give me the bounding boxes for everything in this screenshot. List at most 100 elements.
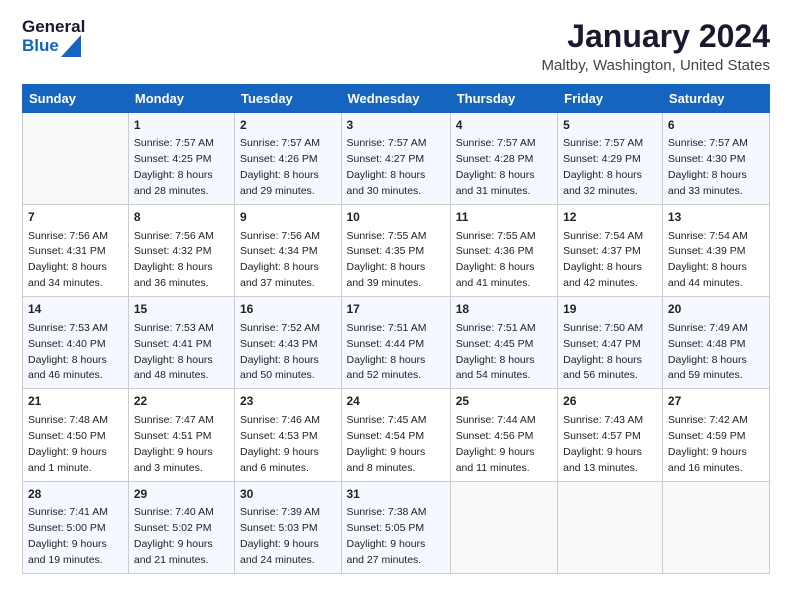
day-sunrise: Sunrise: 7:42 AM (668, 414, 748, 426)
col-tuesday: Tuesday (235, 85, 342, 113)
day-sunrise: Sunrise: 7:52 AM (240, 322, 320, 334)
day-number: 13 (668, 209, 764, 226)
calendar-cell: 12Sunrise: 7:54 AMSunset: 4:37 PMDayligh… (558, 205, 663, 297)
day-sunrise: Sunrise: 7:38 AM (347, 506, 427, 518)
day-number: 5 (563, 117, 657, 134)
calendar-cell: 3Sunrise: 7:57 AMSunset: 4:27 PMDaylight… (341, 113, 450, 205)
day-daylight: Daylight: 8 hours and 41 minutes. (456, 261, 535, 289)
day-daylight: Daylight: 8 hours and 32 minutes. (563, 169, 642, 197)
day-number: 11 (456, 209, 552, 226)
day-daylight: Daylight: 9 hours and 6 minutes. (240, 446, 319, 474)
day-sunrise: Sunrise: 7:57 AM (456, 137, 536, 149)
day-daylight: Daylight: 9 hours and 21 minutes. (134, 538, 213, 566)
calendar-cell: 31Sunrise: 7:38 AMSunset: 5:05 PMDayligh… (341, 481, 450, 573)
day-sunset: Sunset: 4:43 PM (240, 338, 318, 350)
day-sunrise: Sunrise: 7:57 AM (347, 137, 427, 149)
col-thursday: Thursday (450, 85, 557, 113)
calendar-cell: 27Sunrise: 7:42 AMSunset: 4:59 PMDayligh… (662, 389, 769, 481)
calendar-cell: 14Sunrise: 7:53 AMSunset: 4:40 PMDayligh… (23, 297, 129, 389)
day-daylight: Daylight: 9 hours and 3 minutes. (134, 446, 213, 474)
day-daylight: Daylight: 8 hours and 54 minutes. (456, 354, 535, 382)
day-sunset: Sunset: 4:53 PM (240, 430, 318, 442)
day-daylight: Daylight: 9 hours and 19 minutes. (28, 538, 107, 566)
day-sunrise: Sunrise: 7:51 AM (456, 322, 536, 334)
day-sunset: Sunset: 4:56 PM (456, 430, 534, 442)
day-daylight: Daylight: 8 hours and 34 minutes. (28, 261, 107, 289)
calendar-cell (558, 481, 663, 573)
day-sunset: Sunset: 5:00 PM (28, 522, 106, 534)
col-saturday: Saturday (662, 85, 769, 113)
calendar-cell: 10Sunrise: 7:55 AMSunset: 4:35 PMDayligh… (341, 205, 450, 297)
day-number: 23 (240, 393, 336, 410)
calendar-cell: 26Sunrise: 7:43 AMSunset: 4:57 PMDayligh… (558, 389, 663, 481)
day-daylight: Daylight: 8 hours and 44 minutes. (668, 261, 747, 289)
day-number: 29 (134, 486, 229, 503)
page: General Blue January 2024 Maltby, Washin… (0, 0, 792, 612)
day-sunrise: Sunrise: 7:56 AM (28, 230, 108, 242)
col-monday: Monday (128, 85, 234, 113)
day-daylight: Daylight: 9 hours and 16 minutes. (668, 446, 747, 474)
day-sunset: Sunset: 4:47 PM (563, 338, 641, 350)
calendar-cell (662, 481, 769, 573)
calendar-cell: 16Sunrise: 7:52 AMSunset: 4:43 PMDayligh… (235, 297, 342, 389)
logo-triangle-icon (61, 35, 81, 57)
day-daylight: Daylight: 8 hours and 59 minutes. (668, 354, 747, 382)
day-daylight: Daylight: 8 hours and 37 minutes. (240, 261, 319, 289)
header: General Blue January 2024 Maltby, Washin… (22, 18, 770, 74)
sub-title: Maltby, Washington, United States (542, 57, 770, 74)
calendar-cell: 21 Sunrise: 7:48 AM Sunset: 4:50 PM Dayligh… (23, 389, 129, 481)
calendar-cell: 4Sunrise: 7:57 AMSunset: 4:28 PMDaylight… (450, 113, 557, 205)
day-daylight: Daylight: 9 hours and 1 minute. (28, 446, 107, 474)
day-number: 10 (347, 209, 445, 226)
day-number: 20 (668, 301, 764, 318)
col-sunday: Sunday (23, 85, 129, 113)
day-number: 28 (28, 486, 123, 503)
day-sunset: Sunset: 4:26 PM (240, 153, 318, 165)
calendar-cell: 2Sunrise: 7:57 AMSunset: 4:26 PMDaylight… (235, 113, 342, 205)
day-sunrise: Sunrise: 7:45 AM (347, 414, 427, 426)
calendar-cell (450, 481, 557, 573)
day-sunrise: Sunrise: 7:57 AM (563, 137, 643, 149)
day-sunrise: Sunrise: 7:51 AM (347, 322, 427, 334)
day-number: 22 (134, 393, 229, 410)
day-number: 21 (28, 393, 123, 410)
day-sunset: Sunset: 4:54 PM (347, 430, 425, 442)
day-sunset: Sunset: 4:59 PM (668, 430, 746, 442)
day-number: 18 (456, 301, 552, 318)
day-sunrise: Sunrise: 7:49 AM (668, 322, 748, 334)
day-sunrise: Sunrise: 7:44 AM (456, 414, 536, 426)
calendar-body: 1Sunrise: 7:57 AMSunset: 4:25 PMDaylight… (23, 113, 770, 574)
day-number: 24 (347, 393, 445, 410)
day-sunrise: Sunrise: 7:55 AM (347, 230, 427, 242)
day-sunrise: Sunrise: 7:47 AM (134, 414, 214, 426)
day-sunrise: Sunrise: 7:53 AM (28, 322, 108, 334)
day-daylight: Daylight: 8 hours and 39 minutes. (347, 261, 426, 289)
col-friday: Friday (558, 85, 663, 113)
day-number: 8 (134, 209, 229, 226)
day-sunset: Sunset: 5:05 PM (347, 522, 425, 534)
day-sunrise: Sunrise: 7:57 AM (240, 137, 320, 149)
day-sunset: Sunset: 4:45 PM (456, 338, 534, 350)
calendar-cell: 9Sunrise: 7:56 AMSunset: 4:34 PMDaylight… (235, 205, 342, 297)
calendar-cell: 18 Sunrise: 7:51 AM Sunset: 4:45 PM Dayligh… (450, 297, 557, 389)
day-number: 12 (563, 209, 657, 226)
calendar-cell: 15Sunrise: 7:53 AMSunset: 4:41 PMDayligh… (128, 297, 234, 389)
day-sunset: Sunset: 4:32 PM (134, 245, 212, 257)
calendar-week-row: 7Sunrise: 7:56 AMSunset: 4:31 PMDaylight… (23, 205, 770, 297)
day-sunset: Sunset: 4:31 PM (28, 245, 106, 257)
day-number: 6 (668, 117, 764, 134)
day-daylight: Daylight: 8 hours and 56 minutes. (563, 354, 642, 382)
day-sunrise: Sunrise: 7:57 AM (668, 137, 748, 149)
calendar-cell: 1Sunrise: 7:57 AMSunset: 4:25 PMDaylight… (128, 113, 234, 205)
calendar-week-row: 28Sunrise: 7:41 AMSunset: 5:00 PMDayligh… (23, 481, 770, 573)
day-sunset: Sunset: 4:30 PM (668, 153, 746, 165)
day-number: 25 (456, 393, 552, 410)
day-daylight: Daylight: 8 hours and 29 minutes. (240, 169, 319, 197)
day-sunrise: Sunrise: 7:39 AM (240, 506, 320, 518)
calendar-cell: 23Sunrise: 7:46 AMSunset: 4:53 PMDayligh… (235, 389, 342, 481)
day-daylight: Daylight: 8 hours and 33 minutes. (668, 169, 747, 197)
day-sunset: Sunset: 4:50 PM (28, 430, 106, 442)
day-sunset: Sunset: 4:39 PM (668, 245, 746, 257)
day-sunrise: Sunrise: 7:48 AM (28, 414, 108, 426)
calendar-cell: 20Sunrise: 7:49 AMSunset: 4:48 PMDayligh… (662, 297, 769, 389)
